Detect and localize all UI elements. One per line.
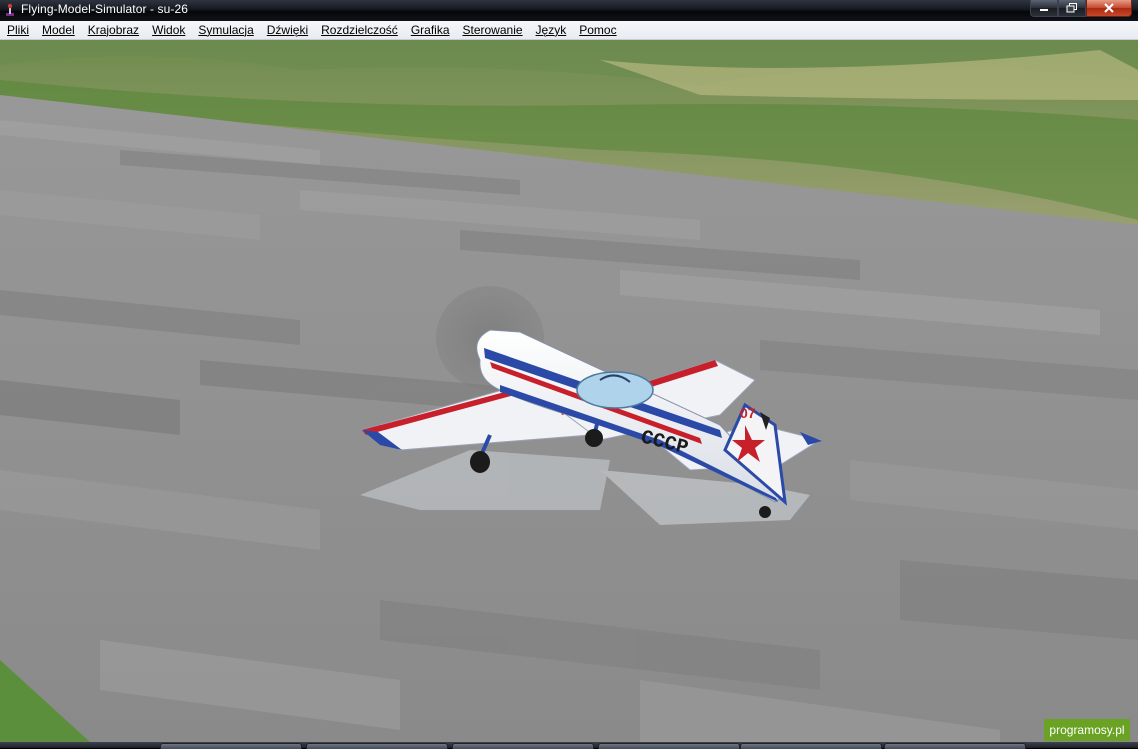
taskbar-button[interactable]: [740, 743, 882, 749]
simulation-viewport[interactable]: CCCP 07: [0, 40, 1138, 742]
windows-taskbar: [0, 742, 1138, 749]
taskbar-button[interactable]: [598, 743, 740, 749]
menu-grafika[interactable]: Grafika: [404, 21, 456, 39]
app-joystick-icon: [6, 3, 14, 16]
taskbar-button[interactable]: [306, 743, 448, 749]
menu-pomoc[interactable]: Pomoc: [572, 21, 622, 39]
menu-model[interactable]: Model: [35, 21, 81, 39]
window-title: Flying-Model-Simulator - su-26: [21, 2, 189, 16]
minimize-button[interactable]: [1030, 0, 1058, 17]
menu-sterowanie[interactable]: Sterowanie: [456, 21, 529, 39]
menu-jezyk[interactable]: Język: [529, 21, 573, 39]
watermark-label: programosy.pl: [1044, 719, 1130, 741]
taskbar-button[interactable]: [452, 743, 594, 749]
restore-icon: [1066, 3, 1077, 13]
menu-widok[interactable]: Widok: [145, 21, 191, 39]
menu-pliki[interactable]: Pliki: [0, 21, 35, 39]
tail-number: 07: [740, 405, 756, 421]
minimize-icon: [1040, 9, 1048, 11]
close-icon: [1104, 3, 1114, 13]
close-button[interactable]: [1086, 0, 1132, 17]
menu-bar: Pliki Model Krajobraz Widok Symulacja Dź…: [0, 21, 1138, 40]
menu-dzwieki[interactable]: Dźwięki: [260, 21, 314, 39]
menu-rozdzielczosc[interactable]: Rozdzielczość: [314, 21, 404, 39]
taskbar-button[interactable]: [884, 743, 1026, 749]
title-bar: Flying-Model-Simulator - su-26: [0, 0, 1138, 22]
menu-krajobraz[interactable]: Krajobraz: [81, 21, 145, 39]
scene-canvas: CCCP 07: [0, 40, 1138, 742]
taskbar-button[interactable]: [160, 743, 302, 749]
maximize-button[interactable]: [1058, 0, 1086, 17]
menu-symulacja[interactable]: Symulacja: [191, 21, 259, 39]
window-controls: [1030, 0, 1132, 18]
